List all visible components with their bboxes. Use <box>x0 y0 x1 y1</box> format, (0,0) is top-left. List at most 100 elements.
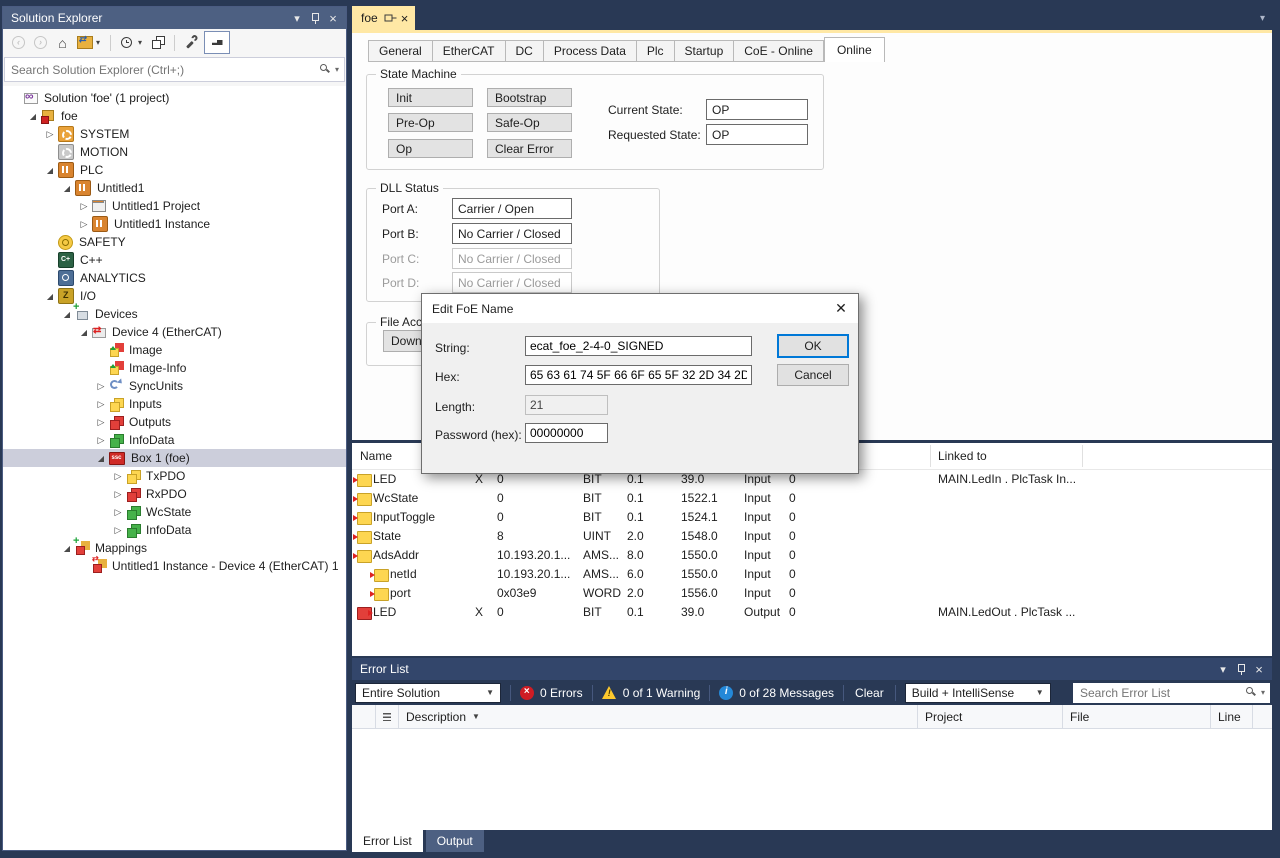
collapse-all-button[interactable] <box>148 32 169 53</box>
table-row[interactable]: State 8 UINT 2.0 1548.0 Input 0 <box>352 527 1272 546</box>
column-header-file[interactable]: File <box>1063 705 1211 728</box>
search-input[interactable] <box>5 63 319 77</box>
source-filter-dropdown[interactable]: Build + IntelliSense ▼ <box>905 683 1051 703</box>
table-row[interactable]: port 0x03e9 WORD 2.0 1556.0 Input 0 <box>352 584 1272 603</box>
tree-item-foe[interactable]: foe <box>3 107 346 125</box>
pin-icon[interactable] <box>1232 661 1250 677</box>
column-separator[interactable] <box>1082 445 1083 467</box>
tree-item-wcstate[interactable]: WcState <box>3 503 346 521</box>
preop-button[interactable]: Pre-Op <box>388 113 473 132</box>
preview-selected-items-toggle[interactable] <box>204 31 230 54</box>
column-header-description[interactable]: Description ▼ <box>399 705 918 728</box>
expander-icon[interactable] <box>43 292 57 301</box>
tree-item-cpp[interactable]: C++ <box>3 251 346 269</box>
tree-item-devices[interactable]: Devices <box>3 305 346 323</box>
tree-item-safety[interactable]: SAFETY <box>3 233 346 251</box>
tree-item-infodata[interactable]: InfoData <box>3 431 346 449</box>
document-close-icon[interactable]: × <box>401 12 409 25</box>
op-button[interactable]: Op <box>388 139 473 158</box>
column-header-name[interactable]: Name <box>360 449 392 463</box>
clear-button[interactable]: Clear <box>853 686 886 700</box>
window-position-chevron-icon[interactable]: ▾ <box>1214 661 1232 677</box>
pin-icon[interactable] <box>306 10 324 26</box>
table-row[interactable]: AdsAddr 10.193.20.1... AMS... 8.0 1550.0… <box>352 546 1272 565</box>
string-input[interactable] <box>525 336 752 356</box>
tree-item-untitled1-project[interactable]: Untitled1 Project <box>3 197 346 215</box>
ok-button[interactable]: OK <box>777 334 849 358</box>
document-pin-icon[interactable] <box>383 13 395 24</box>
tab-general[interactable]: General <box>368 40 433 62</box>
tree-item-outputs[interactable]: Outputs <box>3 413 346 431</box>
expander-icon[interactable] <box>77 328 91 337</box>
tab-online[interactable]: Online <box>824 37 885 62</box>
pending-changes-filter-button[interactable] <box>116 32 137 53</box>
expander-icon[interactable] <box>43 130 57 139</box>
expander-icon[interactable] <box>94 400 108 409</box>
errors-toggle[interactable]: 0 Errors <box>520 686 583 700</box>
home-button[interactable]: ⌂ <box>52 32 73 53</box>
dialog-close-icon[interactable]: ✕ <box>824 294 858 323</box>
tab-dc[interactable]: DC <box>506 40 544 62</box>
tree-item-image-info[interactable]: Image-Info <box>3 359 346 377</box>
expander-icon[interactable] <box>77 202 91 211</box>
tab-output[interactable]: Output <box>426 830 484 852</box>
expander-icon[interactable] <box>26 112 40 121</box>
tab-coe-online[interactable]: CoE - Online <box>734 40 824 62</box>
tree-item-box1-foe[interactable]: Box 1 (foe) <box>3 449 346 467</box>
expander-icon[interactable] <box>60 310 74 319</box>
expander-icon[interactable] <box>94 382 108 391</box>
bootstrap-button[interactable]: Bootstrap <box>487 88 572 107</box>
tree-item-inputs[interactable]: Inputs <box>3 395 346 413</box>
tree-item-system[interactable]: SYSTEM <box>3 125 346 143</box>
tree-item-untitled1[interactable]: Untitled1 <box>3 179 346 197</box>
clear-error-button[interactable]: Clear Error <box>487 139 572 158</box>
search-options-chevron-icon[interactable]: ▾ <box>335 65 339 74</box>
tree-item-mapping-instance[interactable]: Untitled1 Instance - Device 4 (EtherCAT)… <box>3 557 346 575</box>
password-input[interactable] <box>525 423 608 443</box>
table-row[interactable]: netId 10.193.20.1... AMS... 6.0 1550.0 I… <box>352 565 1272 584</box>
expander-icon[interactable] <box>111 526 125 535</box>
tree-item-rxpdo[interactable]: RxPDO <box>3 485 346 503</box>
safeop-button[interactable]: Safe-Op <box>487 113 572 132</box>
tree-item-analytics[interactable]: ANALYTICS <box>3 269 346 287</box>
column-header-project[interactable]: Project <box>918 705 1063 728</box>
expander-icon[interactable] <box>77 220 91 229</box>
tree-item-mappings[interactable]: Mappings <box>3 539 346 557</box>
expander-icon[interactable] <box>60 184 74 193</box>
dialog-titlebar[interactable]: Edit FoE Name <box>422 294 858 323</box>
properties-button[interactable] <box>180 32 201 53</box>
back-button[interactable]: ‹ <box>8 32 29 53</box>
error-list-body[interactable] <box>352 729 1272 830</box>
hex-input[interactable] <box>525 365 752 385</box>
close-icon[interactable]: × <box>1250 661 1268 677</box>
tree-item-image[interactable]: Image <box>3 341 346 359</box>
expander-icon[interactable] <box>94 454 108 463</box>
tab-ethercat[interactable]: EtherCAT <box>433 40 506 62</box>
expander-icon[interactable] <box>111 508 125 517</box>
expander-icon[interactable] <box>94 436 108 445</box>
init-button[interactable]: Init <box>388 88 473 107</box>
window-position-chevron-icon[interactable]: ▾ <box>288 10 306 26</box>
column-header-line[interactable]: Line <box>1211 705 1253 728</box>
tree-item-device4-ethercat[interactable]: Device 4 (EtherCAT) <box>3 323 346 341</box>
warnings-toggle[interactable]: 0 of 1 Warning <box>602 686 701 700</box>
tree-item-infodata2[interactable]: InfoData <box>3 521 346 539</box>
expander-icon[interactable] <box>111 472 125 481</box>
messages-toggle[interactable]: 0 of 28 Messages <box>719 686 834 700</box>
search-icon[interactable] <box>319 63 332 76</box>
sync-dropdown-icon[interactable]: ▾ <box>96 38 105 47</box>
forward-button[interactable]: › <box>30 32 51 53</box>
scope-filter-dropdown[interactable]: Entire Solution ▼ <box>355 683 501 703</box>
tab-error-list[interactable]: Error List <box>352 830 423 852</box>
tab-process-data[interactable]: Process Data <box>544 40 637 62</box>
tree-item-solution[interactable]: Solution 'foe' (1 project) <box>3 89 346 107</box>
document-list-chevron-icon[interactable]: ▾ <box>1260 13 1265 24</box>
tree-item-plc[interactable]: PLC <box>3 161 346 179</box>
tree-item-txpdo[interactable]: TxPDO <box>3 467 346 485</box>
tree-item-syncunits[interactable]: SyncUnits <box>3 377 346 395</box>
search-icon[interactable] <box>1245 686 1258 699</box>
expander-icon[interactable] <box>111 490 125 499</box>
column-header-linked-to[interactable]: Linked to <box>938 449 987 463</box>
expander-icon[interactable] <box>94 418 108 427</box>
filter-dropdown-icon[interactable]: ▾ <box>138 38 147 47</box>
